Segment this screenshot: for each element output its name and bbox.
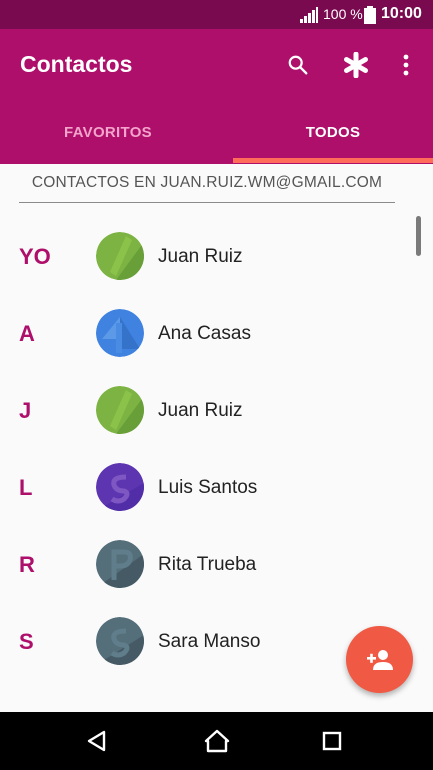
clock: 10:00 bbox=[381, 5, 422, 22]
contact-row[interactable]: J Juan Ruiz bbox=[0, 372, 433, 449]
contact-row[interactable]: YO Juan Ruiz bbox=[0, 218, 433, 295]
back-button[interactable] bbox=[82, 726, 112, 756]
section-letter: R bbox=[19, 551, 35, 577]
signal-icon bbox=[300, 7, 318, 23]
avatar bbox=[96, 232, 144, 280]
selected-tab-indicator bbox=[233, 158, 433, 163]
more-options-button[interactable] bbox=[388, 47, 424, 83]
asterisk-button[interactable] bbox=[338, 47, 374, 83]
add-person-icon bbox=[366, 649, 393, 670]
avatar bbox=[96, 617, 144, 665]
section-letter: A bbox=[19, 320, 35, 346]
search-icon bbox=[288, 55, 308, 75]
section-letter: YO bbox=[19, 243, 51, 269]
avatar bbox=[96, 540, 144, 588]
avatar bbox=[96, 463, 144, 511]
recents-button[interactable] bbox=[317, 726, 347, 756]
account-section-header: CONTACTOS EN JUAN.RUIZ.WM@GMAIL.COM bbox=[19, 164, 395, 203]
navigation-bar bbox=[0, 712, 433, 770]
tab-todos[interactable]: TODOS bbox=[233, 101, 433, 164]
contact-name: Juan Ruiz bbox=[158, 399, 243, 421]
contact-name: Juan Ruiz bbox=[158, 245, 243, 267]
avatar bbox=[96, 309, 144, 357]
tab-bar: FAVORITOS TODOS bbox=[0, 101, 433, 164]
avatar bbox=[96, 386, 144, 434]
asterisk-icon bbox=[344, 52, 368, 78]
more-vertical-icon bbox=[403, 54, 409, 76]
tab-favoritos[interactable]: FAVORITOS bbox=[0, 101, 216, 164]
contact-row[interactable]: R Rita Trueba bbox=[0, 526, 433, 603]
contact-row[interactable]: A Ana Casas bbox=[0, 295, 433, 372]
contact-name: Ana Casas bbox=[158, 322, 251, 344]
section-letter: J bbox=[19, 397, 32, 423]
back-triangle-icon bbox=[87, 730, 106, 752]
battery-icon bbox=[364, 6, 376, 24]
home-icon bbox=[204, 729, 230, 753]
battery-percentage: 100 % bbox=[323, 6, 363, 22]
status-bar: 100 % 10:00 bbox=[0, 0, 433, 29]
contact-name: Sara Manso bbox=[158, 630, 261, 652]
recents-square-icon bbox=[322, 731, 342, 751]
contact-row[interactable]: L Luis Santos bbox=[0, 449, 433, 526]
contact-name: Rita Trueba bbox=[158, 553, 257, 575]
app-bar: Contactos FAVORITOS TODOS bbox=[0, 29, 433, 164]
search-button[interactable] bbox=[280, 47, 316, 83]
section-letter: S bbox=[19, 628, 34, 654]
contact-name: Luis Santos bbox=[158, 476, 258, 498]
page-title: Contactos bbox=[20, 51, 133, 77]
home-button[interactable] bbox=[202, 726, 232, 756]
section-letter: L bbox=[19, 474, 33, 500]
add-contact-button[interactable] bbox=[346, 626, 413, 693]
